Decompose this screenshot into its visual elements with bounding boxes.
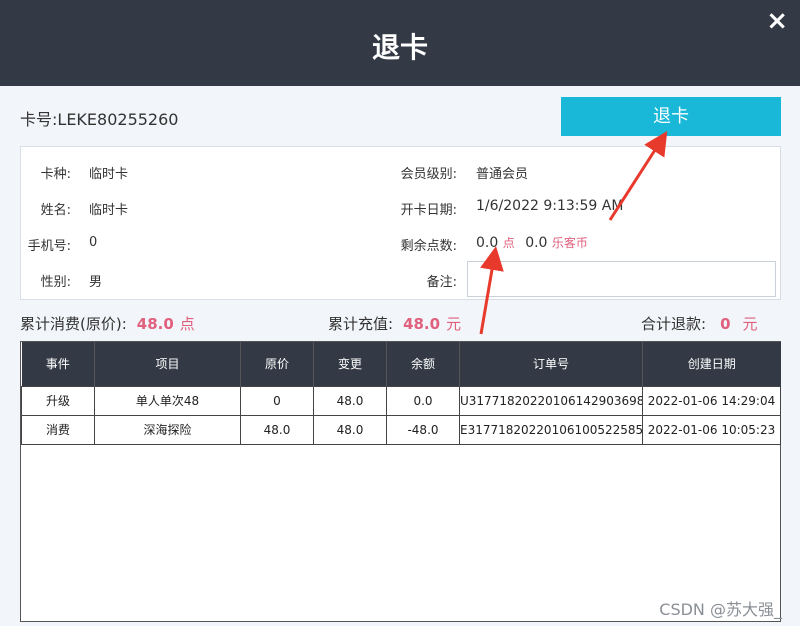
total-consume-label: 累计消费(原价):	[20, 315, 127, 333]
gender-label: 性别:	[40, 275, 71, 290]
total-refund-unit: 元	[742, 315, 758, 333]
cell-created: 2022-01-06 10:05:23	[642, 414, 781, 445]
total-recharge-label: 累计充值:	[328, 315, 394, 333]
name-label: 姓名:	[40, 203, 71, 218]
total-recharge-value: 48.0	[403, 315, 441, 333]
col-header-balance[interactable]: 余额	[386, 342, 460, 386]
card-number-label: 卡号:	[20, 110, 58, 129]
col-header-event[interactable]: 事件	[21, 342, 95, 386]
points-unit: 点	[502, 236, 515, 250]
watermark: CSDN @苏大强_	[659, 600, 782, 619]
cell-balance: -48.0	[386, 414, 460, 445]
remark-input[interactable]	[467, 261, 776, 297]
table-row[interactable]: 消费 深海探险 48.0 48.0 -48.0 E317718202201061…	[21, 414, 781, 445]
cell-balance: 0.0	[386, 385, 460, 416]
total-refund: 合计退款: 0 元	[641, 313, 758, 334]
dialog-header: 退卡 ×	[0, 0, 800, 86]
cell-created: 2022-01-06 14:29:04	[642, 385, 781, 416]
col-header-order-no[interactable]: 订单号	[459, 342, 643, 386]
member-level-value: 普通会员	[476, 167, 529, 182]
member-level-label: 会员级别:	[400, 167, 457, 182]
total-recharge-unit: 元	[446, 315, 462, 333]
close-icon[interactable]: ×	[766, 6, 788, 36]
cell-original-price: 48.0	[240, 414, 314, 445]
cell-change: 48.0	[313, 385, 387, 416]
transaction-table: 事件 项目 原价 变更 余额 订单号 创建日期 升级 单人单次48 0 48.0…	[20, 341, 781, 622]
table-row[interactable]: 升级 单人单次48 0 48.0 0.0 U317718202201061429…	[21, 385, 781, 416]
dialog-title: 退卡	[371, 31, 428, 64]
cell-change: 48.0	[313, 414, 387, 445]
open-date-value: 1/6/2022 9:13:59 AM	[476, 198, 624, 214]
phone-value: 0	[89, 235, 98, 250]
card-info-panel: 卡种: 临时卡 姓名: 临时卡 手机号: 0 性别: 男 会员级别: 普通会员 …	[20, 146, 781, 300]
total-consume-unit: 点	[179, 315, 195, 333]
col-header-change[interactable]: 变更	[313, 342, 387, 386]
cell-event: 升级	[21, 385, 95, 416]
card-type-value: 临时卡	[89, 167, 129, 182]
col-header-original-price[interactable]: 原价	[240, 342, 314, 386]
cell-item: 深海探险	[94, 414, 241, 445]
table-header-row: 事件 项目 原价 变更 余额 订单号 创建日期	[21, 342, 781, 386]
col-header-item[interactable]: 项目	[94, 342, 241, 386]
cell-order-no: U31771820220106142903698​19	[459, 385, 643, 416]
total-refund-value: 0	[720, 315, 731, 333]
gender-value: 男	[89, 275, 103, 290]
card-type-label: 卡种:	[40, 167, 71, 182]
card-number: 卡号:LEKE80255260	[20, 106, 178, 130]
total-refund-label: 合计退款:	[641, 315, 707, 333]
col-header-created[interactable]: 创建日期	[642, 342, 781, 386]
total-consume-value: 48.0	[136, 315, 174, 333]
cell-original-price: 0	[240, 385, 314, 416]
total-consume: 累计消费(原价): 48.0 点	[20, 313, 195, 334]
remaining-points-row: 0.0 点 0.0 乐客币	[476, 234, 588, 251]
name-value: 临时卡	[89, 203, 129, 218]
open-date-label: 开卡日期:	[400, 203, 457, 218]
cell-order-no: E317718202201061005225853​6	[459, 414, 643, 445]
remaining-points-value: 0.0	[476, 235, 499, 251]
card-number-value: LEKE80255260	[57, 110, 179, 129]
refund-card-button[interactable]: 退卡	[561, 97, 781, 136]
cell-event: 消费	[21, 414, 95, 445]
remaining-points-label: 剩余点数:	[400, 239, 457, 254]
phone-label: 手机号:	[27, 239, 71, 254]
remark-label: 备注:	[426, 275, 457, 290]
lebi-value: 0.0	[525, 235, 548, 251]
cell-item: 单人单次48	[94, 385, 241, 416]
total-recharge: 累计充值: 48.0 元	[328, 313, 461, 334]
lebi-unit: 乐客币	[551, 236, 588, 250]
